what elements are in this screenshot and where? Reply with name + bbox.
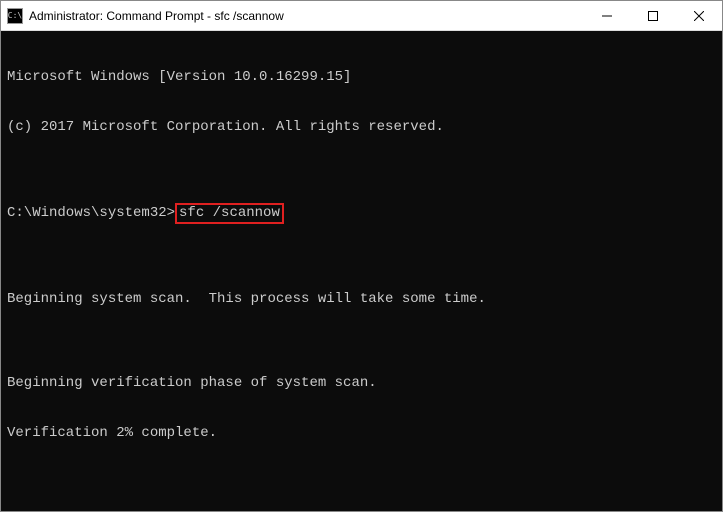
prompt-line: C:\Windows\system32>sfc /scannow — [7, 203, 716, 224]
verify-begin-line: Beginning verification phase of system s… — [7, 375, 716, 392]
close-button[interactable] — [676, 1, 722, 30]
window-controls — [584, 1, 722, 30]
command-prompt-window: C:\ Administrator: Command Prompt - sfc … — [0, 0, 723, 512]
terminal-content[interactable]: Microsoft Windows [Version 10.0.16299.15… — [1, 31, 722, 511]
close-icon — [694, 11, 704, 21]
scan-begin-line: Beginning system scan. This process will… — [7, 291, 716, 308]
copyright-line: (c) 2017 Microsoft Corporation. All righ… — [7, 119, 716, 136]
command-highlight: sfc /scannow — [175, 203, 284, 224]
maximize-icon — [648, 11, 658, 21]
progress-line: Verification 2% complete. — [7, 425, 716, 442]
titlebar[interactable]: C:\ Administrator: Command Prompt - sfc … — [1, 1, 722, 31]
window-title: Administrator: Command Prompt - sfc /sca… — [29, 9, 584, 23]
cmd-icon: C:\ — [7, 8, 23, 24]
minimize-icon — [602, 11, 612, 21]
prompt-path: C:\Windows\system32> — [7, 205, 175, 221]
minimize-button[interactable] — [584, 1, 630, 30]
maximize-button[interactable] — [630, 1, 676, 30]
version-line: Microsoft Windows [Version 10.0.16299.15… — [7, 69, 716, 86]
